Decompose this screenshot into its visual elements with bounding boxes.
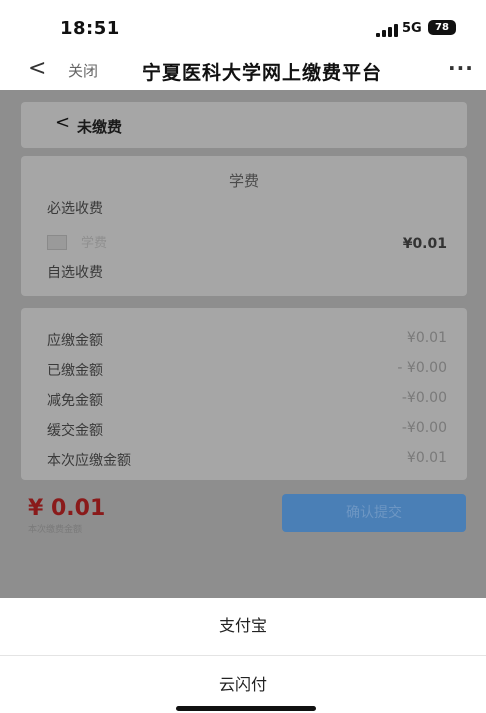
fee-item-amount: ¥0.01: [402, 236, 447, 252]
summary-value: ¥0.01: [406, 450, 447, 466]
network-type: 5G: [402, 21, 422, 36]
fee-checkbox[interactable]: [47, 235, 67, 250]
unpaid-label: 未缴费: [77, 118, 123, 136]
summary-label: 缓交金额: [47, 423, 103, 439]
chevron-left-icon[interactable]: <: [28, 58, 46, 80]
more-icon[interactable]: ···: [448, 56, 474, 80]
summary-value: ¥0.01: [406, 330, 447, 346]
battery-icon: 78: [428, 20, 456, 35]
status-time: 18:51: [60, 18, 120, 39]
summary-card: 应缴金额 ¥0.01 已缴金额 - ¥0.00 减免金额 -¥0.00 缓交金额…: [21, 308, 467, 480]
unionpay-option[interactable]: 云闪付: [0, 657, 486, 713]
close-button[interactable]: 关闭: [68, 60, 98, 81]
payment-total-caption: 本次缴费金额: [28, 525, 83, 535]
summary-label: 应缴金额: [47, 333, 103, 349]
dimmed-page[interactable]: < 未缴费 学费 必选收费 学费 ¥0.01 自选收费 应缴金额 ¥0.01 已…: [0, 90, 486, 598]
summary-value: -¥0.00: [401, 420, 447, 436]
home-indicator[interactable]: [176, 706, 316, 711]
alipay-option[interactable]: 支付宝: [0, 598, 486, 654]
status-bar: 18:51 5G 78: [0, 0, 486, 50]
summary-row: 应缴金额 ¥0.01: [47, 330, 447, 352]
summary-label: 本次应缴金额: [47, 453, 131, 469]
summary-label: 已缴金额: [47, 363, 103, 379]
required-fees-label: 必选收费: [47, 201, 103, 217]
payment-total: ¥ 0.01: [28, 496, 106, 521]
payment-method-sheet: 支付宝 云闪付: [0, 598, 486, 713]
fee-card: 学费 必选收费 学费 ¥0.01 自选收费: [21, 156, 467, 296]
signal-icon: [376, 23, 398, 37]
summary-row: 已缴金额 - ¥0.00: [47, 360, 447, 382]
page-title: 宁夏医科大学网上缴费平台: [142, 62, 383, 84]
summary-row: 缓交金额 -¥0.00: [47, 420, 447, 442]
divider: [0, 655, 486, 656]
optional-fees-label: 自选收费: [47, 265, 103, 281]
summary-value: - ¥0.00: [397, 360, 447, 376]
confirm-submit-button[interactable]: 确认提交: [282, 494, 466, 532]
summary-row: 本次应缴金额 ¥0.01: [47, 450, 447, 472]
fee-item-name: 学费: [81, 236, 108, 251]
summary-row: 减免金额 -¥0.00: [47, 390, 447, 412]
back-icon[interactable]: <: [55, 112, 70, 133]
summary-value: -¥0.00: [401, 390, 447, 406]
fee-title: 学费: [228, 172, 259, 190]
summary-label: 减免金额: [47, 393, 103, 409]
nav-bar: < 关闭 宁夏医科大学网上缴费平台 ···: [0, 50, 486, 90]
unpaid-header[interactable]: < 未缴费: [21, 102, 467, 148]
